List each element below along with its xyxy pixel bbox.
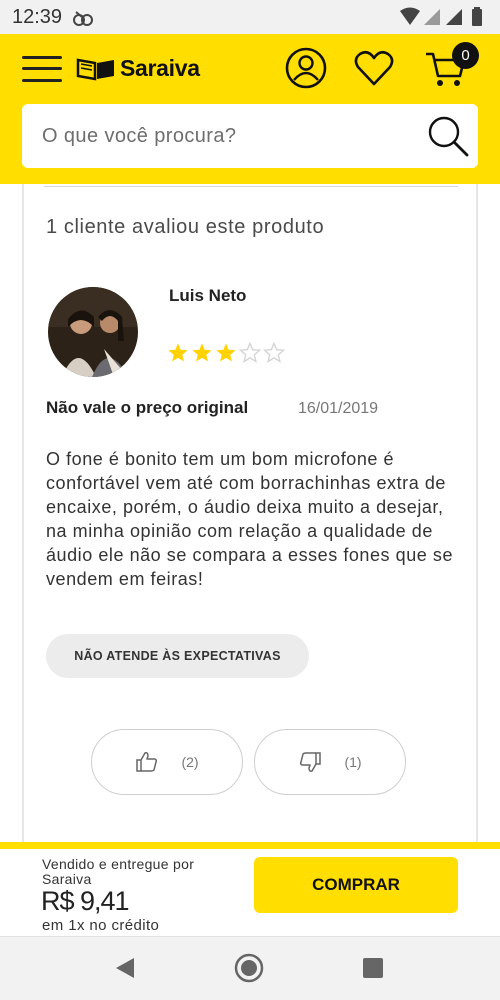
review-card: 1 cliente avaliou este produto Luis Neto… bbox=[22, 184, 478, 846]
thumbs-up-icon bbox=[136, 752, 158, 772]
cart-count-badge: 0 bbox=[452, 42, 479, 69]
brand-logo[interactable]: Saraiva bbox=[76, 53, 200, 83]
star-filled-icon bbox=[168, 343, 188, 362]
system-navigation-bar bbox=[0, 936, 500, 1000]
sold-by-text: Vendido e entregue por Saraiva bbox=[42, 856, 195, 887]
divider bbox=[44, 186, 458, 187]
brand-name: Saraiva bbox=[120, 54, 200, 81]
purchase-bar: Vendido e entregue por Saraiva R$ 9,41 e… bbox=[0, 842, 500, 936]
buy-button[interactable]: COMPRAR bbox=[254, 857, 458, 913]
star-filled-icon bbox=[192, 343, 212, 362]
saraiva-logo-icon bbox=[76, 58, 114, 81]
star-empty-icon bbox=[263, 342, 285, 363]
review-title: Não vale o preço original bbox=[46, 398, 249, 417]
reviewer-name: Luis Neto bbox=[169, 286, 247, 305]
star-empty-icon bbox=[239, 342, 261, 363]
status-time: 12:39 bbox=[12, 6, 63, 28]
menu-icon[interactable] bbox=[22, 54, 62, 84]
dislike-button[interactable]: (1) bbox=[254, 729, 406, 795]
user-icon[interactable] bbox=[284, 46, 328, 90]
dislike-count: (1) bbox=[344, 754, 362, 770]
installments-text: em 1x no crédito bbox=[42, 917, 160, 934]
review-date: 16/01/2019 bbox=[298, 400, 379, 417]
app-notification-icon bbox=[73, 11, 93, 26]
signal-icon bbox=[424, 9, 440, 25]
back-icon[interactable] bbox=[110, 953, 140, 983]
recent-apps-icon[interactable] bbox=[358, 953, 388, 983]
heart-icon[interactable] bbox=[352, 46, 396, 90]
status-bar: 12:39 bbox=[0, 0, 500, 34]
review-body: O fone é bonito tem um bom microfone é c… bbox=[46, 449, 454, 589]
review-summary: 1 cliente avaliou este produto bbox=[46, 216, 325, 238]
star-filled-icon bbox=[216, 343, 236, 362]
search-input[interactable] bbox=[42, 104, 412, 168]
product-price: R$ 9,41 bbox=[41, 886, 130, 916]
home-icon[interactable] bbox=[234, 953, 264, 983]
search-icon[interactable] bbox=[426, 114, 470, 158]
like-count: (2) bbox=[181, 754, 199, 770]
battery-icon bbox=[472, 9, 482, 26]
star-rating bbox=[167, 342, 285, 364]
app-header: Saraiva 0 bbox=[0, 34, 500, 184]
wifi-icon bbox=[400, 7, 420, 25]
reviewer-avatar bbox=[48, 287, 138, 377]
search-box bbox=[22, 104, 478, 168]
thumbs-down-icon bbox=[300, 752, 322, 772]
system-status-icons bbox=[400, 7, 482, 26]
like-button[interactable]: (2) bbox=[91, 729, 243, 795]
review-tag: NÃO ATENDE ÀS EXPECTATIVAS bbox=[46, 634, 309, 678]
